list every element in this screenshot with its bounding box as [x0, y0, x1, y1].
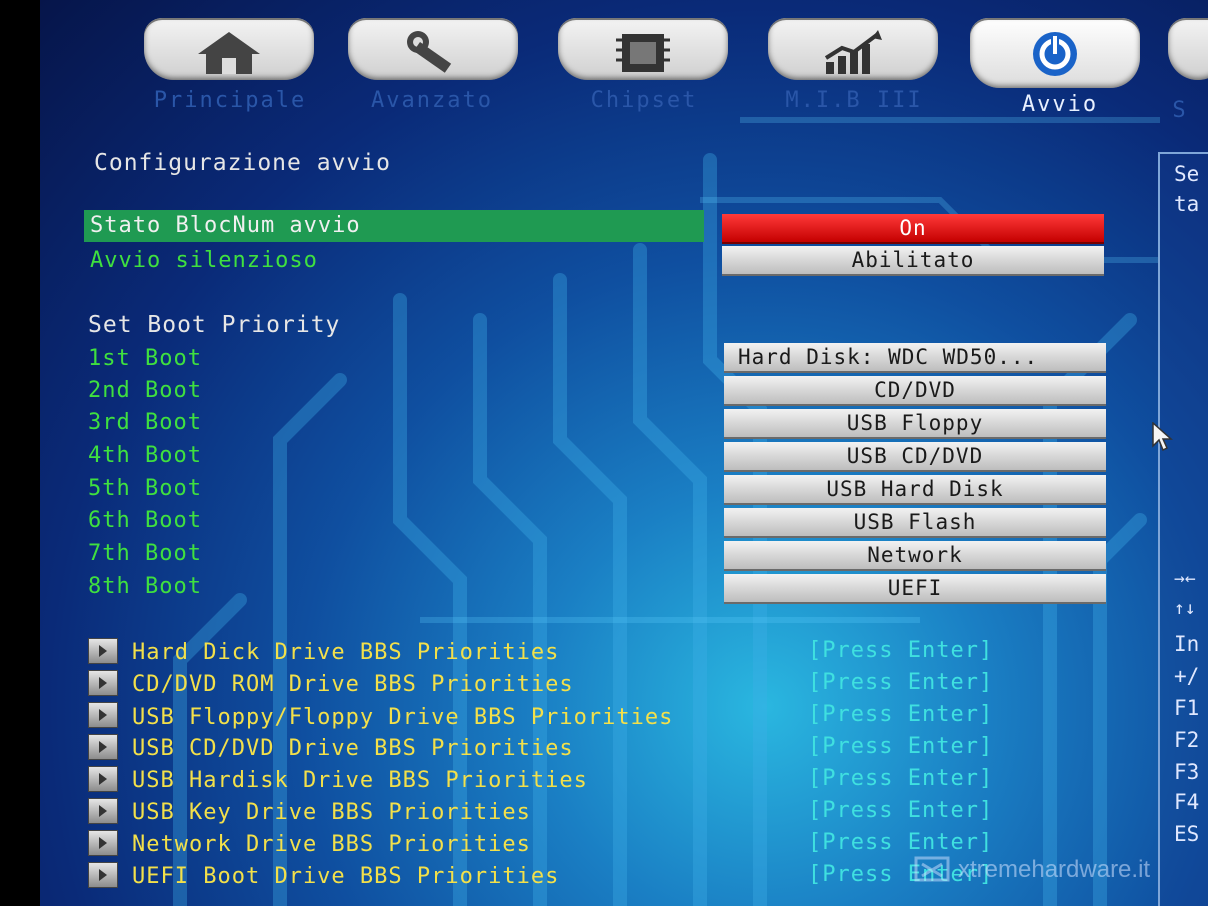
submenu-usb-floppy-bbs[interactable]: USB Floppy/Floppy Drive BBS Priorities	[132, 705, 673, 730]
section-title-boot-priority: Set Boot Priority	[88, 312, 341, 338]
submenu-arrow-icon	[88, 862, 118, 888]
boot-1-label: 1st Boot	[88, 346, 202, 371]
press-enter-hdd: [Press Enter]	[808, 638, 994, 663]
tab-mib[interactable]	[768, 18, 938, 80]
press-enter-usb-key: [Press Enter]	[808, 798, 994, 823]
watermark-logo-icon	[914, 856, 950, 882]
press-enter-cddvd: [Press Enter]	[808, 670, 994, 695]
numlock-label: Stato BlocNum avvio	[90, 213, 361, 238]
submenu-arrow-icon	[88, 638, 118, 664]
selected-row-highlight[interactable]: Stato BlocNum avvio	[84, 210, 704, 242]
submenu-arrow-icon	[88, 830, 118, 856]
boot-3-label: 3rd Boot	[88, 410, 202, 435]
submenu-arrow-icon	[88, 670, 118, 696]
press-enter-usb-cddvd: [Press Enter]	[808, 734, 994, 759]
boot-6-label: 6th Boot	[88, 508, 202, 533]
boot-7-label: 7th Boot	[88, 541, 202, 566]
help-text-line: Se	[1174, 162, 1200, 186]
section-title-boot-config: Configurazione avvio	[94, 150, 391, 176]
help-key-f2: F2	[1174, 728, 1200, 752]
submenu-arrow-icon	[88, 798, 118, 824]
submenu-cddvd-bbs[interactable]: CD/DVD ROM Drive BBS Priorities	[132, 672, 574, 697]
help-key-f4: F4	[1174, 790, 1200, 814]
boot-8-value[interactable]: UEFI	[724, 574, 1106, 604]
help-key-enter: In	[1174, 632, 1200, 656]
submenu-arrow-icon	[88, 766, 118, 792]
help-key-f3: F3	[1174, 760, 1200, 784]
help-text-line: ta	[1174, 192, 1200, 216]
help-key-esc: ES	[1174, 822, 1200, 846]
boot-2-value[interactable]: CD/DVD	[724, 376, 1106, 406]
tab-principale[interactable]	[144, 18, 314, 80]
boot-7-value[interactable]: Network	[724, 541, 1106, 571]
submenu-usb-key-bbs[interactable]: USB Key Drive BBS Priorities	[132, 800, 531, 825]
power-icon	[1033, 32, 1077, 76]
quiet-boot-label: Avvio silenzioso	[90, 248, 318, 273]
tab-avanzato[interactable]	[348, 18, 518, 80]
help-key-plusminus: +/	[1174, 664, 1200, 688]
boot-3-value[interactable]: USB Floppy	[724, 409, 1106, 439]
bios-screen: Principale Avanzato Chipset M.I.B III Av…	[40, 0, 1208, 906]
tab-avvio[interactable]	[970, 18, 1140, 88]
chart-icon	[824, 30, 882, 74]
boot-2-label: 2nd Boot	[88, 378, 202, 403]
mouse-cursor-icon	[1152, 422, 1173, 452]
chip-icon	[616, 34, 670, 72]
press-enter-usb-floppy: [Press Enter]	[808, 702, 994, 727]
help-key-arrows-lr: →←	[1174, 568, 1196, 589]
boot-5-label: 5th Boot	[88, 476, 202, 501]
boot-4-value[interactable]: USB CD/DVD	[724, 442, 1106, 472]
help-key-f1: F1	[1174, 696, 1200, 720]
boot-6-value[interactable]: USB Flash	[724, 508, 1106, 538]
quiet-boot-value-button[interactable]: Abilitato	[722, 246, 1104, 276]
submenu-network-bbs[interactable]: Network Drive BBS Priorities	[132, 832, 531, 857]
boot-5-value[interactable]: USB Hard Disk	[724, 475, 1106, 505]
tab-next-label: S	[1172, 98, 1188, 123]
boot-1-value[interactable]: Hard Disk: WDC WD50...	[724, 343, 1106, 373]
submenu-arrow-icon	[88, 702, 118, 728]
tab-mib-label: M.I.B III	[785, 88, 923, 113]
numlock-value-button[interactable]: On	[722, 214, 1104, 244]
wrench-icon	[407, 31, 452, 73]
watermark-text: xtremehardware.it	[958, 856, 1151, 883]
watermark: xtremehardware.it	[912, 850, 1208, 890]
tab-avvio-label: Avvio	[1021, 92, 1099, 117]
tab-chipset-label: Chipset	[590, 88, 698, 113]
boot-4-label: 4th Boot	[88, 443, 202, 468]
help-key-arrows-ud: ↑↓	[1174, 598, 1196, 619]
submenu-usb-hdd-bbs[interactable]: USB Hardisk Drive BBS Priorities	[132, 768, 588, 793]
press-enter-usb-hdd: [Press Enter]	[808, 766, 994, 791]
tab-chipset[interactable]	[558, 18, 728, 80]
submenu-hdd-bbs[interactable]: Hard Dick Drive BBS Priorities	[132, 640, 559, 665]
tab-principale-label: Principale	[153, 88, 307, 113]
submenu-arrow-icon	[88, 734, 118, 760]
boot-8-label: 8th Boot	[88, 574, 202, 599]
tab-avanzato-label: Avanzato	[371, 88, 493, 113]
submenu-usb-cddvd-bbs[interactable]: USB CD/DVD Drive BBS Priorities	[132, 736, 574, 761]
submenu-uefi-bbs[interactable]: UEFI Boot Drive BBS Priorities	[132, 864, 559, 889]
home-icon	[198, 32, 260, 74]
